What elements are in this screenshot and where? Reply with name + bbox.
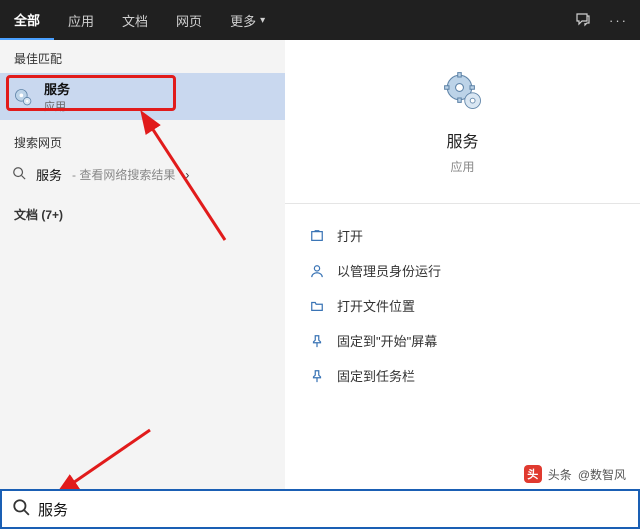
search-icon bbox=[12, 498, 30, 521]
web-result-term: 服务 bbox=[36, 165, 62, 184]
chevron-down-icon: ▾ bbox=[260, 15, 265, 26]
best-match-result[interactable]: 服务 应用 bbox=[0, 73, 285, 120]
action-pin-to-taskbar[interactable]: 固定到任务栏 bbox=[305, 358, 620, 393]
tab-all-label: 全部 bbox=[14, 10, 40, 29]
detail-app-icon bbox=[442, 70, 484, 112]
action-open-label: 打开 bbox=[337, 226, 363, 245]
feedback-icon[interactable] bbox=[575, 11, 591, 30]
documents-header: 文档 (7+) bbox=[0, 192, 285, 229]
tab-web[interactable]: 网页 bbox=[162, 0, 216, 40]
tab-all[interactable]: 全部 bbox=[0, 0, 54, 40]
pin-start-icon bbox=[309, 334, 325, 348]
folder-icon bbox=[309, 299, 325, 313]
search-web-header: 搜索网页 bbox=[0, 120, 285, 157]
tab-more[interactable]: 更多 ▾ bbox=[216, 0, 279, 40]
detail-subtitle: 应用 bbox=[450, 158, 474, 175]
tab-apps-label: 应用 bbox=[68, 11, 94, 30]
admin-icon bbox=[309, 264, 325, 278]
chevron-right-icon: › bbox=[185, 168, 189, 182]
action-pin-to-taskbar-label: 固定到任务栏 bbox=[337, 366, 415, 385]
action-open[interactable]: 打开 bbox=[305, 218, 620, 253]
action-open-file-location-label: 打开文件位置 bbox=[337, 296, 415, 315]
open-icon bbox=[309, 229, 325, 243]
watermark-handle: @数智风 bbox=[578, 466, 626, 483]
tab-more-label: 更多 bbox=[230, 11, 256, 30]
toutiao-logo-icon: 头 bbox=[524, 465, 542, 483]
action-pin-to-start[interactable]: 固定到"开始"屏幕 bbox=[305, 323, 620, 358]
action-run-as-admin[interactable]: 以管理员身份运行 bbox=[305, 253, 620, 288]
search-icon bbox=[12, 166, 26, 183]
more-options-icon[interactable]: ··· bbox=[609, 13, 628, 28]
actions-list: 打开 以管理员身份运行 打开文件位置 固定到"开始"屏幕 bbox=[285, 212, 640, 399]
best-match-subtitle: 应用 bbox=[44, 98, 70, 114]
tab-documents[interactable]: 文档 bbox=[108, 0, 162, 40]
tab-apps[interactable]: 应用 bbox=[54, 0, 108, 40]
results-pane: 最佳匹配 服务 应用 搜索网页 bbox=[0, 40, 285, 489]
action-pin-to-start-label: 固定到"开始"屏幕 bbox=[337, 331, 437, 350]
separator bbox=[285, 203, 640, 204]
main-area: 最佳匹配 服务 应用 搜索网页 bbox=[0, 40, 640, 489]
detail-title: 服务 bbox=[446, 128, 478, 152]
watermark-source: 头条 bbox=[548, 466, 572, 483]
best-match-title: 服务 bbox=[44, 79, 70, 98]
search-bar bbox=[0, 489, 640, 529]
detail-pane: 服务 应用 打开 以管理员身份运行 打开文件位置 bbox=[285, 40, 640, 489]
action-run-as-admin-label: 以管理员身份运行 bbox=[337, 261, 441, 280]
watermark: 头 头条 @数智风 bbox=[520, 463, 630, 485]
top-tabbar: 全部 应用 文档 网页 更多 ▾ ··· bbox=[0, 0, 640, 40]
action-open-file-location[interactable]: 打开文件位置 bbox=[305, 288, 620, 323]
best-match-header: 最佳匹配 bbox=[0, 40, 285, 73]
search-input[interactable] bbox=[38, 501, 628, 518]
tab-docs-label: 文档 bbox=[122, 11, 148, 30]
tab-web-label: 网页 bbox=[176, 11, 202, 30]
pin-taskbar-icon bbox=[309, 369, 325, 383]
web-result-hint: - 查看网络搜索结果 bbox=[72, 166, 175, 183]
web-search-result[interactable]: 服务 - 查看网络搜索结果 › bbox=[0, 157, 285, 192]
services-icon bbox=[12, 87, 34, 107]
